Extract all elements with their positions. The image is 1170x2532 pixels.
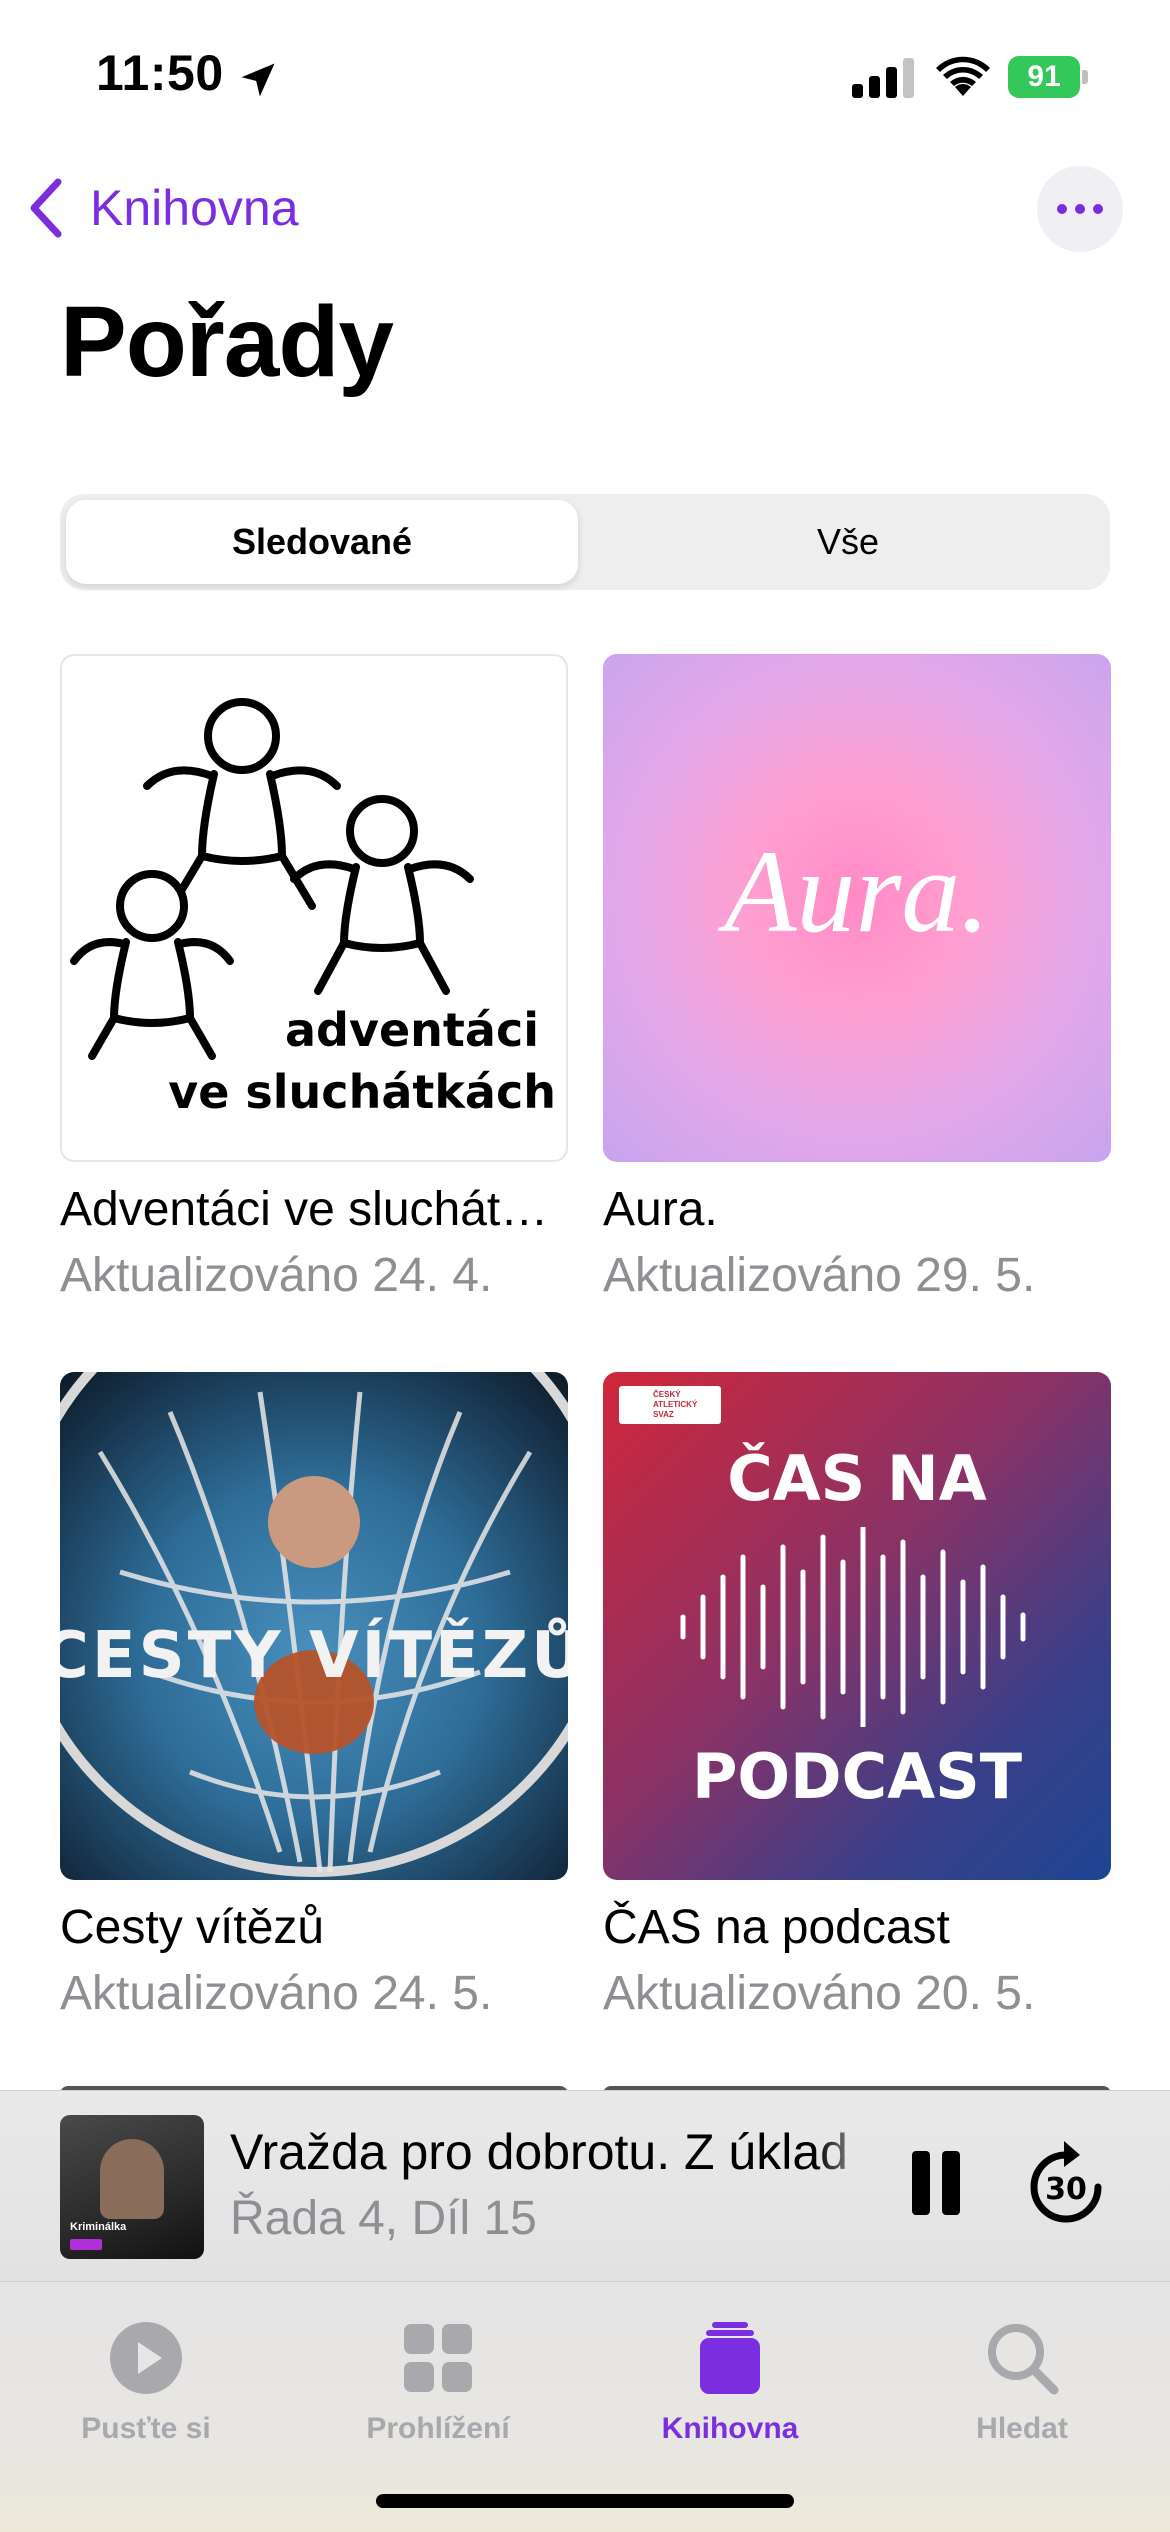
tab-library[interactable]: Knihovna (610, 2302, 850, 2445)
ellipsis-dot (1075, 204, 1085, 214)
gingerbread-artwork-icon: adventáci ve sluchátkách (70, 698, 556, 1119)
play-circle-icon (110, 2322, 182, 2394)
pause-bar (942, 2151, 960, 2215)
show-updated: Aktualizováno 24. 4. (60, 1249, 493, 1302)
artwork-label: Kriminálka (70, 2221, 127, 2233)
segmented-control: Sledované Vše (60, 494, 1110, 590)
battery-cap (1082, 70, 1088, 84)
status-time: 11:50 (96, 45, 224, 101)
chevron-left-icon (30, 178, 62, 238)
show-title: Cesty vítězů (60, 1901, 325, 1954)
ellipsis-dot (1057, 204, 1067, 214)
skip-forward-30-icon: 30 (1030, 2141, 1102, 2223)
now-playing-artwork: Kriminálka (60, 2115, 204, 2259)
art-text-cas-bottom: PODCAST (691, 1740, 1023, 1813)
tab-browse[interactable]: Prohlížení (318, 2302, 558, 2445)
show-title: ČAS na podcast (603, 1901, 950, 1954)
tab-label: Pusťte si (81, 2412, 211, 2445)
art-logo-text: ČESKÝ ATLETICKÝ SVAZ (619, 1386, 721, 1424)
art-text-cas-top: ČAS NA (727, 1442, 987, 1515)
mini-player[interactable]: Kriminálka Vražda pro dobrotu. Z úklad Ř… (0, 2090, 1170, 2282)
cellular-signal-icon (852, 58, 914, 98)
show-artwork: adventáci ve sluchátkách (60, 654, 568, 1162)
pause-bar (912, 2151, 930, 2215)
art-text-line2: ve sluchátkách (168, 1065, 556, 1119)
skip-seconds: 30 (1045, 2172, 1087, 2207)
wifi-icon (936, 56, 990, 96)
show-updated: Aktualizováno 20. 5. (603, 1967, 1036, 2020)
location-arrow-icon (241, 63, 275, 97)
pause-button[interactable] (904, 2151, 968, 2221)
tab-listen-now[interactable]: Pusťte si (26, 2302, 266, 2445)
tab-label: Knihovna (661, 2412, 799, 2445)
segment-followed[interactable]: Sledované (66, 500, 578, 584)
show-artwork: CESTY VÍTĚZŮ (60, 1372, 568, 1880)
library-icon (700, 2322, 760, 2394)
grid-icon (404, 2324, 472, 2392)
back-button[interactable]: Knihovna (26, 168, 299, 248)
back-label: Knihovna (90, 180, 299, 236)
skip-forward-button[interactable]: 30 (1024, 2135, 1108, 2231)
page-title: Pořady (60, 286, 394, 398)
search-icon (988, 2324, 1059, 2395)
now-playing-title: Vražda pro dobrotu. Z úklad (230, 2124, 848, 2180)
show-artwork: Aura. (603, 654, 1111, 1162)
tab-label: Prohlížení (366, 2412, 510, 2445)
sound-wave-icon (680, 1527, 1026, 1727)
basketball-net-artwork-icon: CESTY VÍTĚZŮ (60, 1372, 568, 1877)
now-playing-subtitle: Řada 4, Díl 15 (230, 2192, 537, 2245)
art-text-cesty: CESTY VÍTĚZŮ (60, 1617, 568, 1693)
show-title: Aura. (603, 1183, 718, 1236)
tab-label: Hledat (976, 2412, 1068, 2445)
status-bar: 11:50 91 (0, 0, 1170, 150)
more-options-button[interactable] (1037, 166, 1123, 252)
ellipsis-dot (1093, 204, 1103, 214)
show-artwork: ČESKÝ ATLETICKÝ SVAZ ČAS NA PODCAST (603, 1372, 1111, 1880)
battery-indicator: 91 (1008, 56, 1088, 98)
segment-all[interactable]: Vše (592, 500, 1104, 584)
tab-search[interactable]: Hledat (902, 2302, 1142, 2445)
battery-percent: 91 (1027, 60, 1061, 93)
artwork-badge (70, 2239, 102, 2250)
show-updated: Aktualizováno 24. 5. (60, 1967, 493, 2020)
home-indicator[interactable] (376, 2494, 794, 2508)
artwork-person-shape (100, 2139, 164, 2219)
show-updated: Aktualizováno 29. 5. (603, 1249, 1036, 1302)
art-text-aura: Aura. (724, 826, 990, 957)
show-title: Adventáci ve sluchátkách (60, 1183, 568, 1236)
art-text-line1: adventáci (285, 1003, 539, 1057)
